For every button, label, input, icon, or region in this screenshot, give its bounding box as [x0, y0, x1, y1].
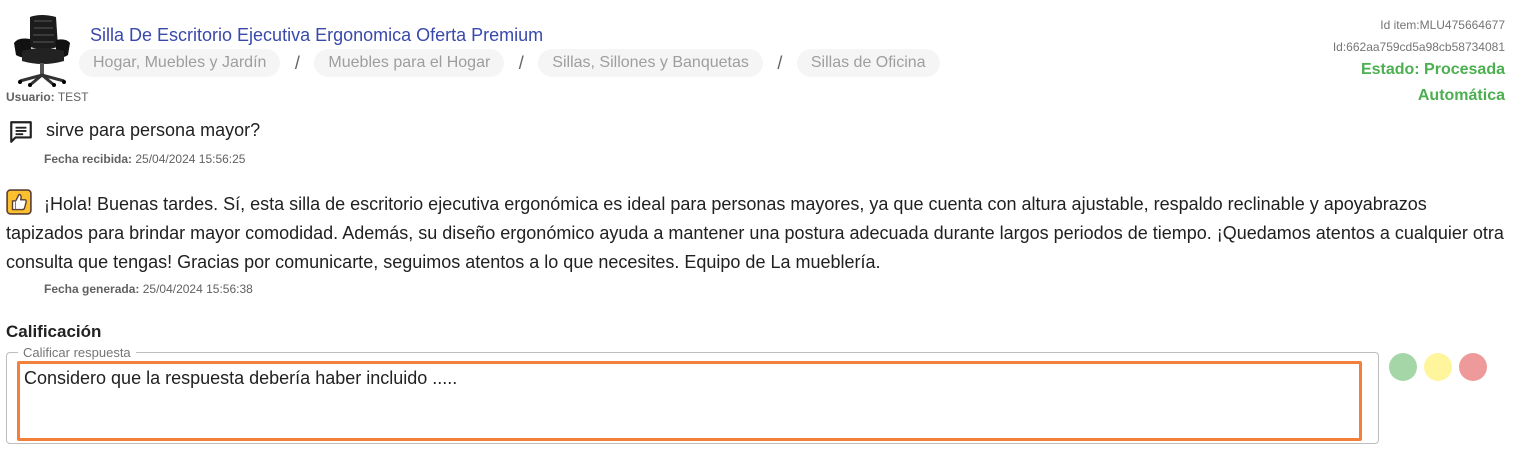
question-date: Fecha recibida: 25/04/2024 15:56:25 [44, 152, 245, 166]
status-text: Estado: Procesada Automática [1361, 57, 1505, 109]
breadcrumb: Hogar, Muebles y Jardín / Muebles para e… [79, 49, 940, 77]
answer-date: Fecha generada: 25/04/2024 15:56:38 [44, 282, 253, 296]
question-date-label: Fecha recibida: [44, 152, 133, 166]
rating-bad-button[interactable] [1459, 353, 1487, 381]
rating-field-label: Calificar respuesta [18, 345, 136, 360]
question-date-value: 25/04/2024 15:56:25 [135, 152, 246, 166]
message-icon [10, 121, 32, 143]
item-ids: Id item:MLU475664677 Id:662aa759cd5a98cb… [1333, 14, 1505, 58]
user-info: Usuario: TEST [6, 90, 88, 104]
breadcrumb-separator: / [294, 52, 300, 73]
thumbs-up-icon [6, 189, 32, 215]
answer-text: ¡Hola! Buenas tardes. Sí, esta silla de … [6, 194, 1504, 272]
rating-heading: Calificación [6, 322, 102, 341]
rating-neutral-button[interactable] [1424, 353, 1452, 381]
breadcrumb-item-hogar[interactable]: Hogar, Muebles y Jardín [79, 49, 281, 77]
record-id: Id:662aa759cd5a98cb58734081 [1332, 40, 1505, 54]
breadcrumb-item-muebles[interactable]: Muebles para el Hogar [314, 49, 505, 77]
breadcrumb-item-sillas-oficina[interactable]: Sillas de Oficina [796, 49, 940, 77]
rating-good-button[interactable] [1389, 353, 1417, 381]
breadcrumb-separator: / [777, 52, 783, 73]
rating-textarea[interactable]: Considero que la respuesta debería haber… [17, 361, 1362, 441]
answer-block: ¡Hola! Buenas tardes. Sí, esta silla de … [6, 189, 1506, 277]
question-text: sirve para persona mayor? [46, 120, 261, 140]
status-line-1: Estado: Procesada [1360, 61, 1505, 78]
breadcrumb-item-sillas[interactable]: Sillas, Sillones y Banquetas [538, 49, 763, 77]
status-line-2: Automática [1417, 87, 1505, 104]
breadcrumb-separator: / [518, 52, 524, 73]
answer-date-label: Fecha generada: [44, 282, 140, 296]
product-title-link[interactable]: Silla De Escritorio Ejecutiva Ergonomica… [90, 25, 543, 46]
item-id: Id item:MLU475664677 [1380, 18, 1505, 32]
user-value: TEST [57, 90, 89, 104]
answer-date-value: 25/04/2024 15:56:38 [142, 282, 253, 296]
user-label: Usuario: [6, 90, 55, 104]
product-image [14, 15, 70, 87]
